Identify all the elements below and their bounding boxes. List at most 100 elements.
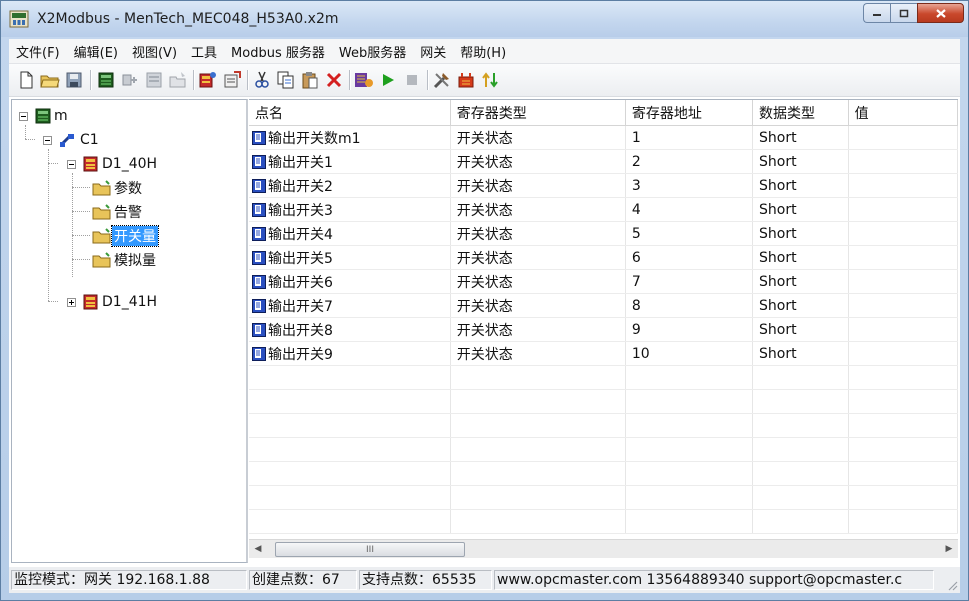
cut-icon[interactable] (251, 70, 273, 90)
expand-icon[interactable] (67, 298, 76, 307)
tree-node-device-41h[interactable]: D1_41H (60, 292, 159, 312)
channel-icon (60, 134, 74, 147)
table-row[interactable]: 输出开关3 开关状态 4 Short (249, 197, 958, 222)
copy-icon[interactable] (275, 70, 297, 90)
cell-text: 开关状态 (456, 130, 513, 147)
maximize-button[interactable] (890, 3, 917, 23)
cell-text: 3 (631, 177, 641, 194)
tree-node-group-alarms[interactable]: 告警 (92, 202, 144, 222)
col-header-data-type[interactable]: 数据类型 (752, 100, 849, 126)
delete-icon[interactable] (323, 70, 345, 90)
menu-file[interactable]: 文件(F) (9, 42, 67, 61)
cell-point-name: 输出开关7 (249, 293, 451, 318)
tree-group-label: 模拟量 (114, 253, 156, 269)
table-row[interactable]: 输出开关6 开关状态 7 Short (249, 269, 958, 294)
point-properties-icon[interactable] (221, 70, 243, 90)
tree-node-group-params[interactable]: 参数 (92, 178, 144, 198)
cell-value (848, 221, 958, 246)
cell-register-type: 开关状态 (450, 149, 626, 174)
add-device-icon[interactable] (119, 70, 141, 90)
cell-data-type: Short (752, 341, 849, 366)
col-header-register-address[interactable]: 寄存器地址 (625, 100, 754, 126)
point-icon (252, 226, 266, 241)
cell-text: 输出开关3 (268, 202, 333, 219)
title-bar[interactable]: X2Modbus - MenTech_MEC048_H53A0.x2m (1, 1, 968, 37)
collapse-icon[interactable] (19, 112, 28, 121)
menu-help[interactable]: 帮助(H) (453, 42, 513, 61)
tools-icon[interactable] (431, 70, 453, 90)
cell-text: 7 (631, 273, 641, 290)
horizontal-scrollbar[interactable]: ◀ III ▶ (249, 539, 958, 558)
point-icon (252, 274, 266, 289)
cell-point-name: 输出开关9 (249, 341, 451, 366)
scroll-thumb[interactable]: III (275, 542, 465, 557)
table-row[interactable]: 输出开关1 开关状态 2 Short (249, 149, 958, 174)
folder-icon (92, 252, 111, 268)
swap-icon[interactable] (479, 70, 501, 90)
new-file-icon[interactable] (15, 70, 37, 90)
paste-icon[interactable] (299, 70, 321, 90)
empty-table-row (249, 437, 958, 462)
menu-gateway[interactable]: 网关 (413, 42, 453, 61)
add-group-icon[interactable] (143, 70, 165, 90)
menu-modbus-server[interactable]: Modbus 服务器 (224, 42, 332, 61)
empty-table-row (249, 485, 958, 510)
table-row[interactable]: 输出开关数m1 开关状态 1 Short (249, 125, 958, 150)
cell-text: Short (759, 249, 797, 266)
cell-register-type: 开关状态 (450, 197, 626, 222)
open-folder-icon[interactable] (39, 70, 61, 90)
run-icon[interactable] (377, 70, 399, 90)
empty-table-row (249, 413, 958, 438)
tree-node-device-40h[interactable]: D1_40H (60, 154, 159, 174)
menu-tools[interactable]: 工具 (184, 42, 224, 61)
monitor-icon[interactable] (353, 70, 375, 90)
menu-web-server[interactable]: Web服务器 (332, 42, 413, 61)
cell-text: Short (759, 345, 797, 362)
scroll-right-arrow-icon[interactable]: ▶ (940, 540, 958, 558)
col-header-value[interactable]: 值 (848, 100, 958, 126)
cell-register-address: 2 (625, 149, 754, 174)
point-icon (252, 250, 266, 265)
col-header-point-name[interactable]: 点名 (249, 100, 451, 126)
app-window: X2Modbus - MenTech_MEC048_H53A0.x2m 文件(F… (0, 0, 969, 601)
minimize-button[interactable] (863, 3, 890, 23)
add-channel-icon[interactable] (95, 70, 117, 90)
properties-icon[interactable] (167, 70, 189, 90)
cell-data-type: Short (752, 293, 849, 318)
table-row[interactable]: 输出开关8 开关状态 9 Short (249, 317, 958, 342)
tree-channel-label: C1 (80, 132, 99, 148)
tree-node-group-switches[interactable]: 开关量 (92, 225, 159, 247)
menu-bar: 文件(F) 编辑(E) 视图(V) 工具 Modbus 服务器 Web服务器 网… (9, 39, 960, 64)
tree-device-40h-label: D1_40H (102, 156, 158, 172)
table-row[interactable]: 输出开关2 开关状态 3 Short (249, 173, 958, 198)
cell-text: 输出开关9 (268, 346, 333, 363)
folder-icon (92, 180, 111, 196)
col-header-register-type[interactable]: 寄存器类型 (450, 100, 626, 126)
table-row[interactable]: 输出开关4 开关状态 5 Short (249, 221, 958, 246)
collapse-icon[interactable] (43, 136, 52, 145)
close-button[interactable] (917, 3, 964, 23)
menu-edit[interactable]: 编辑(E) (67, 42, 125, 61)
table-row[interactable]: 输出开关9 开关状态 10 Short (249, 341, 958, 366)
menu-view[interactable]: 视图(V) (125, 42, 184, 61)
table-row[interactable]: 输出开关5 开关状态 6 Short (249, 245, 958, 270)
save-icon[interactable] (63, 70, 85, 90)
modbus-icon[interactable] (455, 70, 477, 90)
cell-value (848, 341, 958, 366)
tree-device-41h-label: D1_41H (102, 294, 158, 310)
stop-icon[interactable] (401, 70, 423, 90)
cell-text: 开关状态 (456, 274, 513, 291)
project-tree[interactable]: m C1 D1_40H 参数 告警 开关量 模拟量 D1_41H (11, 99, 248, 563)
empty-table-row (249, 461, 958, 486)
tree-node-group-analog[interactable]: 模拟量 (92, 250, 158, 270)
resize-grip-icon[interactable] (946, 579, 958, 591)
cell-point-name: 输出开关数m1 (249, 125, 451, 150)
cell-text: 输出开关2 (268, 178, 333, 195)
tree-node-root[interactable]: m (14, 106, 70, 126)
cell-text: Short (759, 177, 797, 194)
scroll-left-arrow-icon[interactable]: ◀ (249, 540, 267, 558)
add-point-icon[interactable] (197, 70, 219, 90)
table-row[interactable]: 输出开关7 开关状态 8 Short (249, 293, 958, 318)
collapse-icon[interactable] (67, 160, 76, 169)
tree-node-channel[interactable]: C1 (36, 130, 101, 150)
